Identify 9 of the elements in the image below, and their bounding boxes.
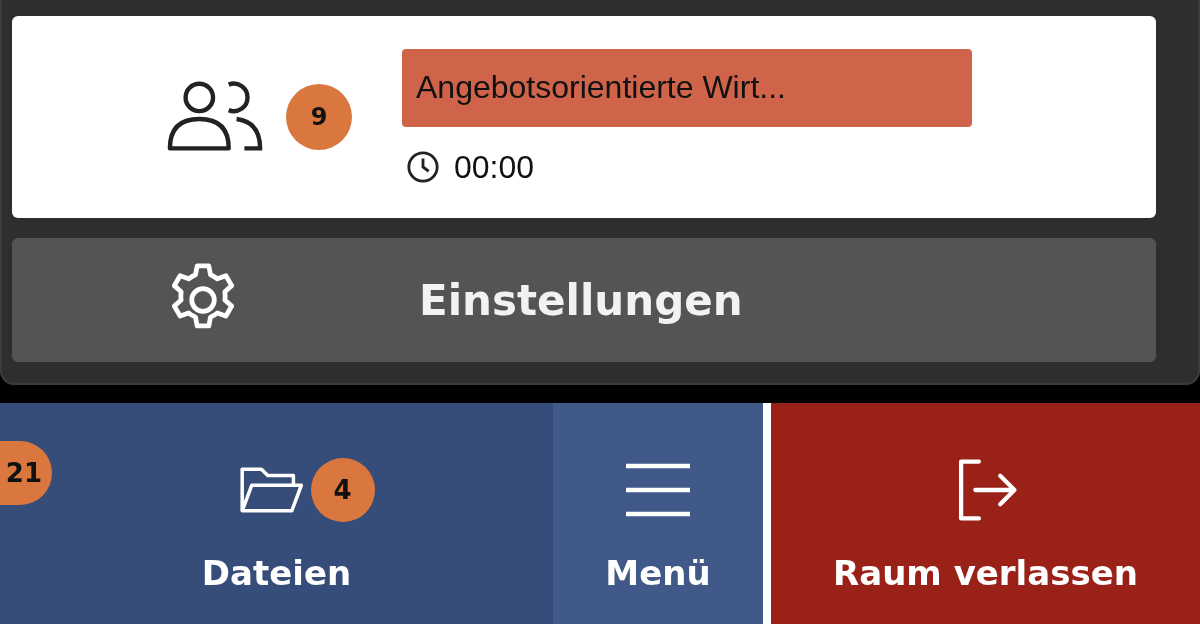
topic-label: Angebotsorientierte Wirt...: [402, 48, 972, 127]
file-count-badge: 4: [310, 457, 375, 522]
session-card[interactable]: 9 Angebotsorientierte Wirt... 00:00: [12, 16, 1156, 218]
clock-icon: [406, 150, 440, 184]
time-label: 00:00: [454, 148, 535, 186]
menu-button[interactable]: Menü: [553, 403, 771, 624]
settings-button[interactable]: Einstellungen: [12, 238, 1156, 362]
leave-room-button[interactable]: Raum verlassen: [771, 403, 1200, 624]
participant-count-badge: 9: [286, 84, 352, 150]
